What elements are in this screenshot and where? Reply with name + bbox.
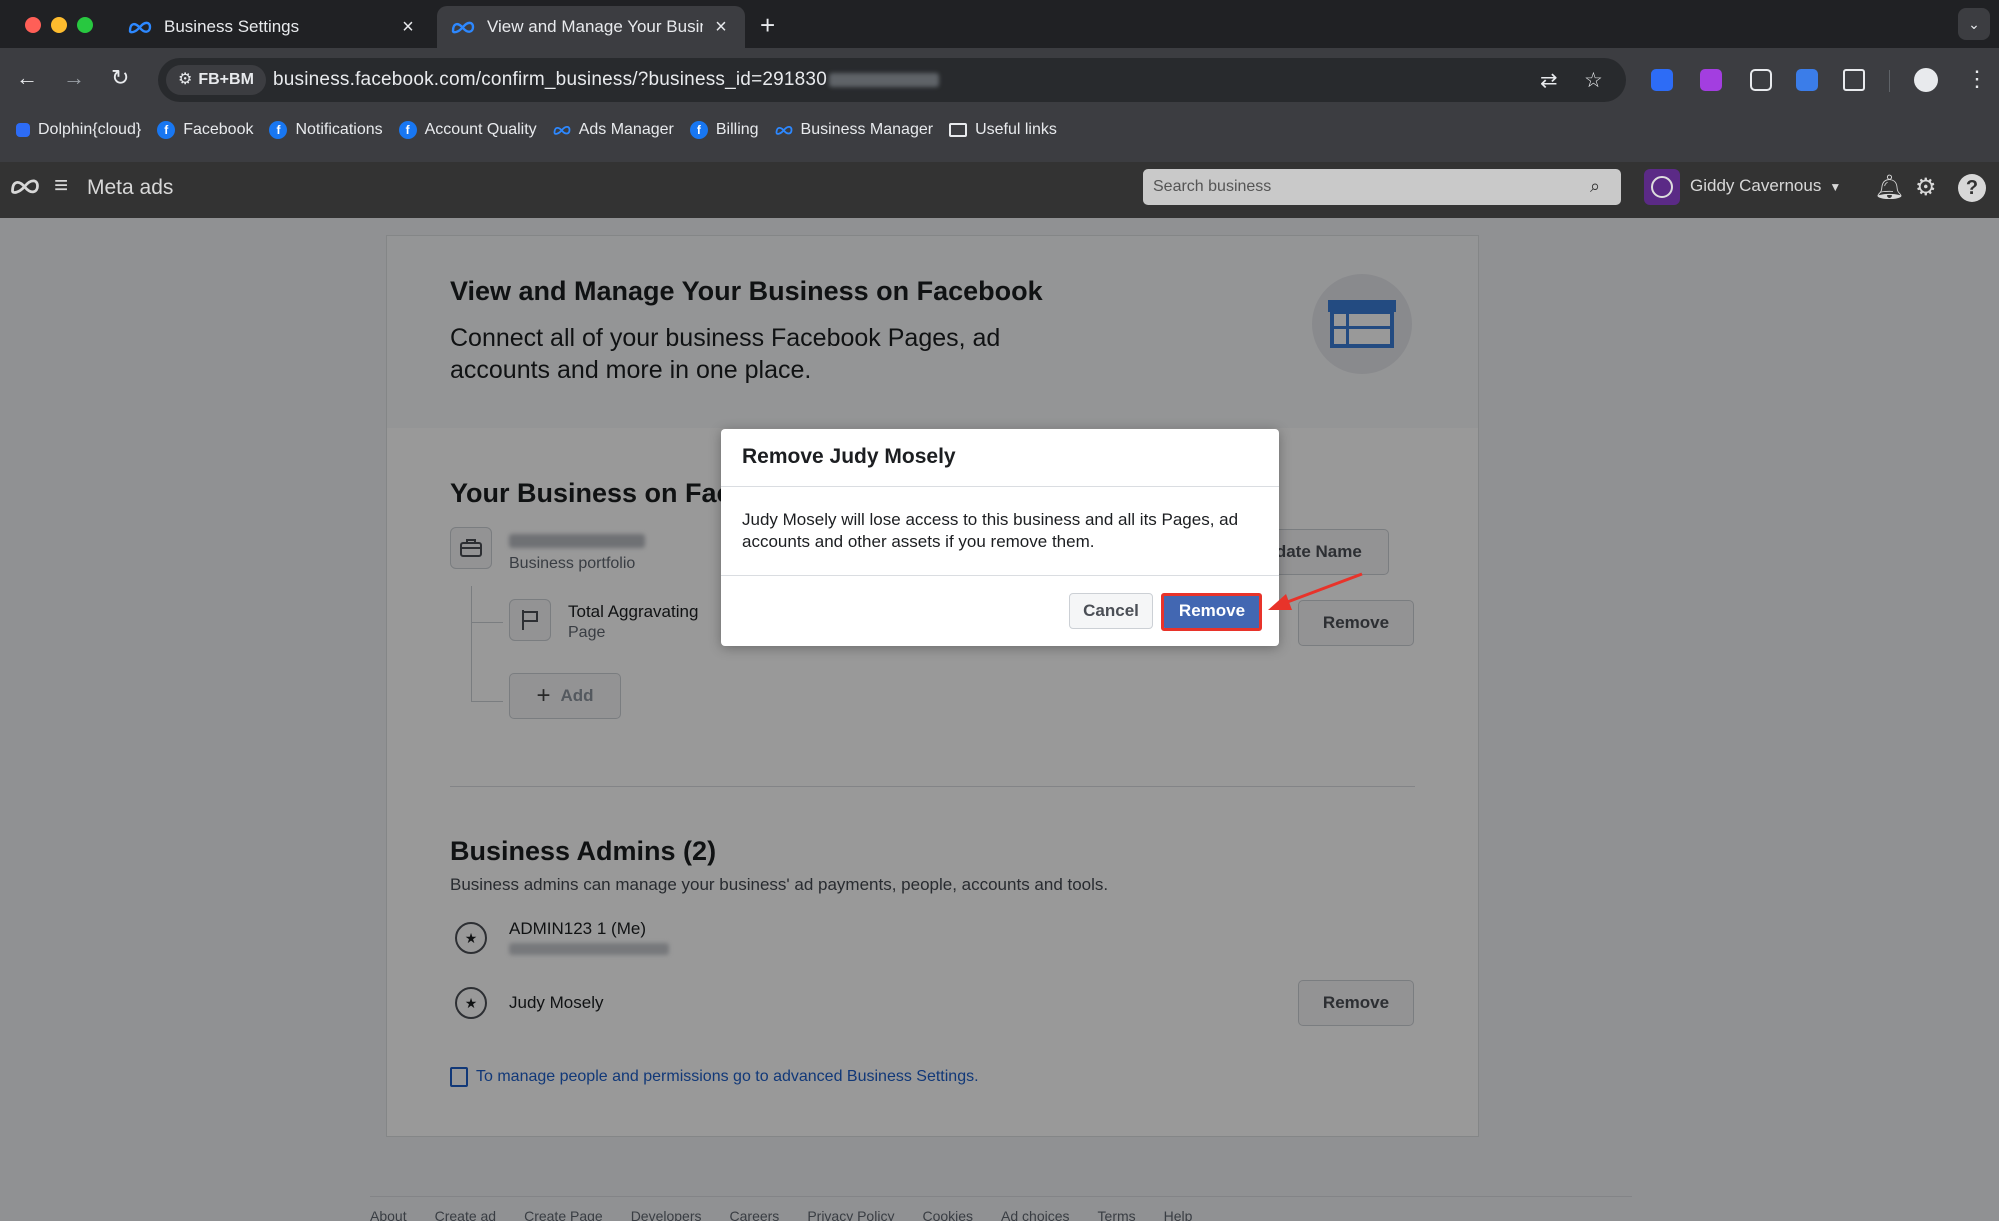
close-tab-icon[interactable]: × xyxy=(398,16,418,39)
facebook-icon: f xyxy=(157,121,176,139)
bookmark-label: Account Quality xyxy=(424,121,537,138)
modal-overlay[interactable] xyxy=(0,218,1999,1221)
help-icon[interactable]: ? xyxy=(1958,174,1986,202)
tab-search-chevron-icon[interactable]: ⌄ xyxy=(1958,8,1990,40)
meta-icon xyxy=(128,21,152,34)
close-window-button[interactable] xyxy=(25,17,41,33)
image-extension-icon[interactable] xyxy=(1796,69,1818,91)
bookmark-dolphin-cloud[interactable]: Dolphin{cloud} xyxy=(16,121,141,139)
tune-icon: ⚙ xyxy=(178,71,193,88)
annotation-arrow-icon xyxy=(1268,572,1363,610)
business-logo-icon xyxy=(1651,176,1673,198)
dolphin-icon xyxy=(16,123,30,137)
hamburger-menu-icon[interactable]: ≡ xyxy=(54,172,68,200)
bookmark-label: Business Manager xyxy=(800,121,934,138)
business-avatar[interactable] xyxy=(1644,169,1680,205)
bookmark-label: Useful links xyxy=(975,121,1057,138)
notifications-bell-icon[interactable]: 🔔︎ xyxy=(1874,173,1904,202)
bookmark-ads-manager[interactable]: Ads Manager xyxy=(553,121,674,139)
bookmark-business-manager[interactable]: Business Manager xyxy=(775,121,934,139)
business-switcher[interactable]: Giddy Cavernous ▼ xyxy=(1690,176,1841,196)
site-info-chip[interactable]: ⚙ FB+BM xyxy=(166,65,266,95)
tab-business-settings[interactable]: Business Settings × xyxy=(114,6,432,48)
translate-icon[interactable]: ⇄ xyxy=(1540,68,1558,93)
maximize-window-button[interactable] xyxy=(77,17,93,33)
bookmark-billing[interactable]: f Billing xyxy=(689,121,759,139)
facebook-icon: f xyxy=(269,121,288,139)
settings-gear-icon[interactable]: ⚙ xyxy=(1915,173,1937,202)
annotation-highlight-box xyxy=(1161,593,1262,631)
back-icon[interactable]: ← xyxy=(16,65,38,91)
bookmark-account-quality[interactable]: f Account Quality xyxy=(398,121,537,139)
dialog-divider xyxy=(721,486,1279,487)
bookmark-label: Facebook xyxy=(183,121,254,138)
folder-icon xyxy=(949,123,968,137)
new-tab-icon[interactable]: + xyxy=(760,10,775,41)
caret-down-icon: ▼ xyxy=(1829,180,1842,194)
dialog-divider xyxy=(721,575,1279,576)
app-title: Meta ads xyxy=(87,176,174,199)
profile-avatar-icon[interactable] xyxy=(1914,68,1938,92)
business-name: Giddy Cavernous xyxy=(1690,176,1822,195)
facebook-icon: f xyxy=(689,121,708,139)
bookmark-label: Billing xyxy=(715,121,759,138)
toolbar-separator xyxy=(1889,70,1890,92)
tab-title: View and Manage Your Busine xyxy=(487,17,703,36)
browser-menu-icon[interactable]: ⋮ xyxy=(1966,66,1988,92)
meta-icon xyxy=(775,126,792,135)
meta-icon xyxy=(553,126,571,135)
bookmark-notifications[interactable]: f Notifications xyxy=(269,121,383,139)
bookmark-star-icon[interactable]: ☆ xyxy=(1584,68,1603,93)
cancel-button[interactable]: Cancel xyxy=(1069,593,1153,629)
url-text[interactable]: business.facebook.com/confirm_business/?… xyxy=(273,69,939,91)
bookmark-label: Notifications xyxy=(295,121,383,138)
dolphin-extension-icon[interactable] xyxy=(1651,69,1673,91)
bookmark-useful-links[interactable]: Useful links xyxy=(949,121,1057,139)
site-chip-label: FB+BM xyxy=(198,71,254,88)
url-value: business.facebook.com/confirm_business/?… xyxy=(273,69,827,90)
reload-icon[interactable]: ↻ xyxy=(111,65,129,91)
bookmark-facebook[interactable]: f Facebook xyxy=(157,121,253,139)
search-business-input[interactable] xyxy=(1143,169,1621,205)
bookmark-label: Dolphin{cloud} xyxy=(38,121,142,138)
counter-extension-icon[interactable] xyxy=(1750,69,1772,91)
bookmark-label: Ads Manager xyxy=(578,121,674,138)
meta-icon xyxy=(451,21,475,34)
blurred-url-segment xyxy=(828,72,939,87)
tab-title: Business Settings xyxy=(164,17,300,36)
facebook-icon: f xyxy=(398,121,417,139)
bookmarks-bar: Dolphin{cloud} f Facebook f Notifications … xyxy=(0,115,1057,145)
dialog-message: Judy Mosely will lose access to this bus… xyxy=(742,510,1239,551)
search-icon[interactable]: ⌕ xyxy=(1590,176,1600,197)
meta-logo-icon[interactable] xyxy=(10,177,40,195)
close-tab-icon[interactable]: × xyxy=(711,16,731,39)
purple-extension-icon[interactable] xyxy=(1700,69,1722,91)
browser-tab-bar: Business Settings × View and Manage Your… xyxy=(0,0,1999,48)
minimize-window-button[interactable] xyxy=(51,17,67,33)
tab-view-manage-business[interactable]: View and Manage Your Busine × xyxy=(437,6,745,48)
dialog-title: Remove Judy Mosely xyxy=(742,445,956,468)
extensions-puzzle-icon[interactable] xyxy=(1843,69,1865,91)
forward-icon[interactable]: → xyxy=(63,65,85,91)
